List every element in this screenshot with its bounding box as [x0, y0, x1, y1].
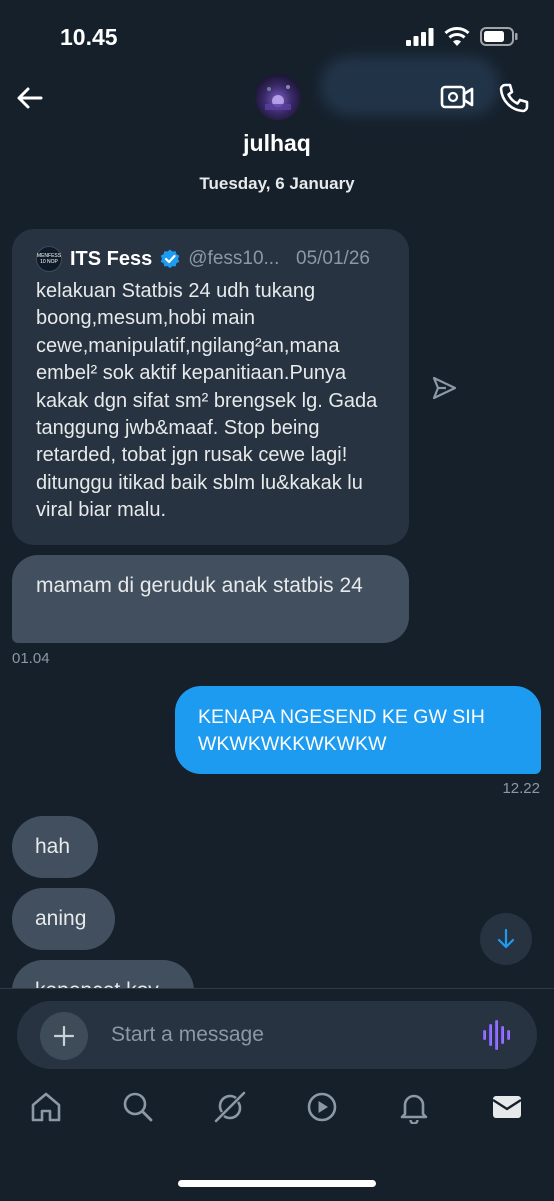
message-text: KENAPA NGESEND KE GW SIH WKWKWKKWKWKW — [198, 706, 485, 755]
home-indicator — [178, 1180, 376, 1187]
account-handle: @fess10... — [188, 248, 280, 269]
arrow-down-icon — [497, 928, 515, 949]
message-bubble-sent[interactable]: KENAPA NGESEND KE GW SIH WKWKWKKWKWKW — [175, 686, 541, 774]
account-avatar: MENFESS 10 NOP — [36, 246, 62, 272]
nav-messages[interactable] — [490, 1090, 524, 1124]
nav-grok[interactable] — [213, 1090, 247, 1124]
shared-post-header: MENFESS 10 NOP ITS Fess @fess10... — [36, 246, 279, 272]
notifications-icon — [400, 1094, 428, 1125]
nav-notifications[interactable] — [397, 1090, 431, 1125]
contact-name[interactable]: julhaq — [0, 130, 554, 157]
video-icon — [307, 1092, 337, 1122]
home-icon — [31, 1092, 61, 1122]
phone-call-icon — [499, 83, 529, 113]
message-timestamp: 12.22 — [502, 780, 540, 797]
verified-badge-icon — [160, 249, 180, 269]
nav-home[interactable] — [29, 1090, 63, 1124]
post-date: 05/01/26 — [296, 248, 370, 269]
avatar[interactable] — [255, 74, 301, 120]
bottom-navigation — [0, 1090, 554, 1150]
message-bubble-received[interactable]: hah — [12, 816, 98, 878]
account-avatar-logo: MENFESS 10 NOP — [36, 253, 62, 265]
nav-search[interactable] — [121, 1090, 155, 1124]
back-button[interactable] — [14, 82, 46, 114]
message-text: hah — [35, 835, 71, 858]
status-time: 10.45 — [60, 24, 118, 50]
message-bubble-received[interactable]: mamam di geruduk anak statbis 24 — [12, 555, 409, 643]
share-icon — [432, 376, 457, 400]
avatar-image — [265, 85, 291, 110]
date-separator: Tuesday, 6 January — [199, 174, 355, 193]
battery-icon — [480, 27, 518, 46]
message-text: mamam di geruduk anak statbis 24 — [36, 574, 363, 597]
voice-message-button[interactable] — [482, 1018, 514, 1052]
grok-icon — [214, 1091, 246, 1123]
account-name: ITS Fess — [70, 247, 153, 270]
message-input[interactable]: Start a message — [111, 1023, 264, 1047]
voice-message-icon — [483, 1020, 510, 1050]
message-timestamp: 01.04 — [12, 650, 50, 667]
post-text: kelakuan Statbis 24 udh tukang boong,mes… — [36, 280, 378, 522]
add-media-button[interactable] — [40, 1012, 88, 1060]
wifi-icon — [444, 27, 470, 46]
message-bubble-received[interactable]: aning — [12, 888, 115, 950]
phone-call-button[interactable] — [498, 82, 530, 114]
video-call-icon — [440, 85, 474, 109]
message-composer[interactable] — [17, 1001, 537, 1069]
video-call-button[interactable] — [440, 82, 474, 112]
scroll-to-bottom-button[interactable] — [480, 913, 532, 965]
share-button[interactable] — [430, 374, 458, 402]
message-text: aning — [35, 907, 87, 930]
messages-icon — [492, 1096, 522, 1118]
status-icons — [406, 27, 518, 46]
nav-video[interactable] — [305, 1090, 339, 1124]
cellular-signal-icon — [406, 27, 434, 46]
plus-icon — [53, 1025, 75, 1047]
back-arrow-icon — [17, 87, 43, 109]
search-icon — [123, 1092, 153, 1122]
